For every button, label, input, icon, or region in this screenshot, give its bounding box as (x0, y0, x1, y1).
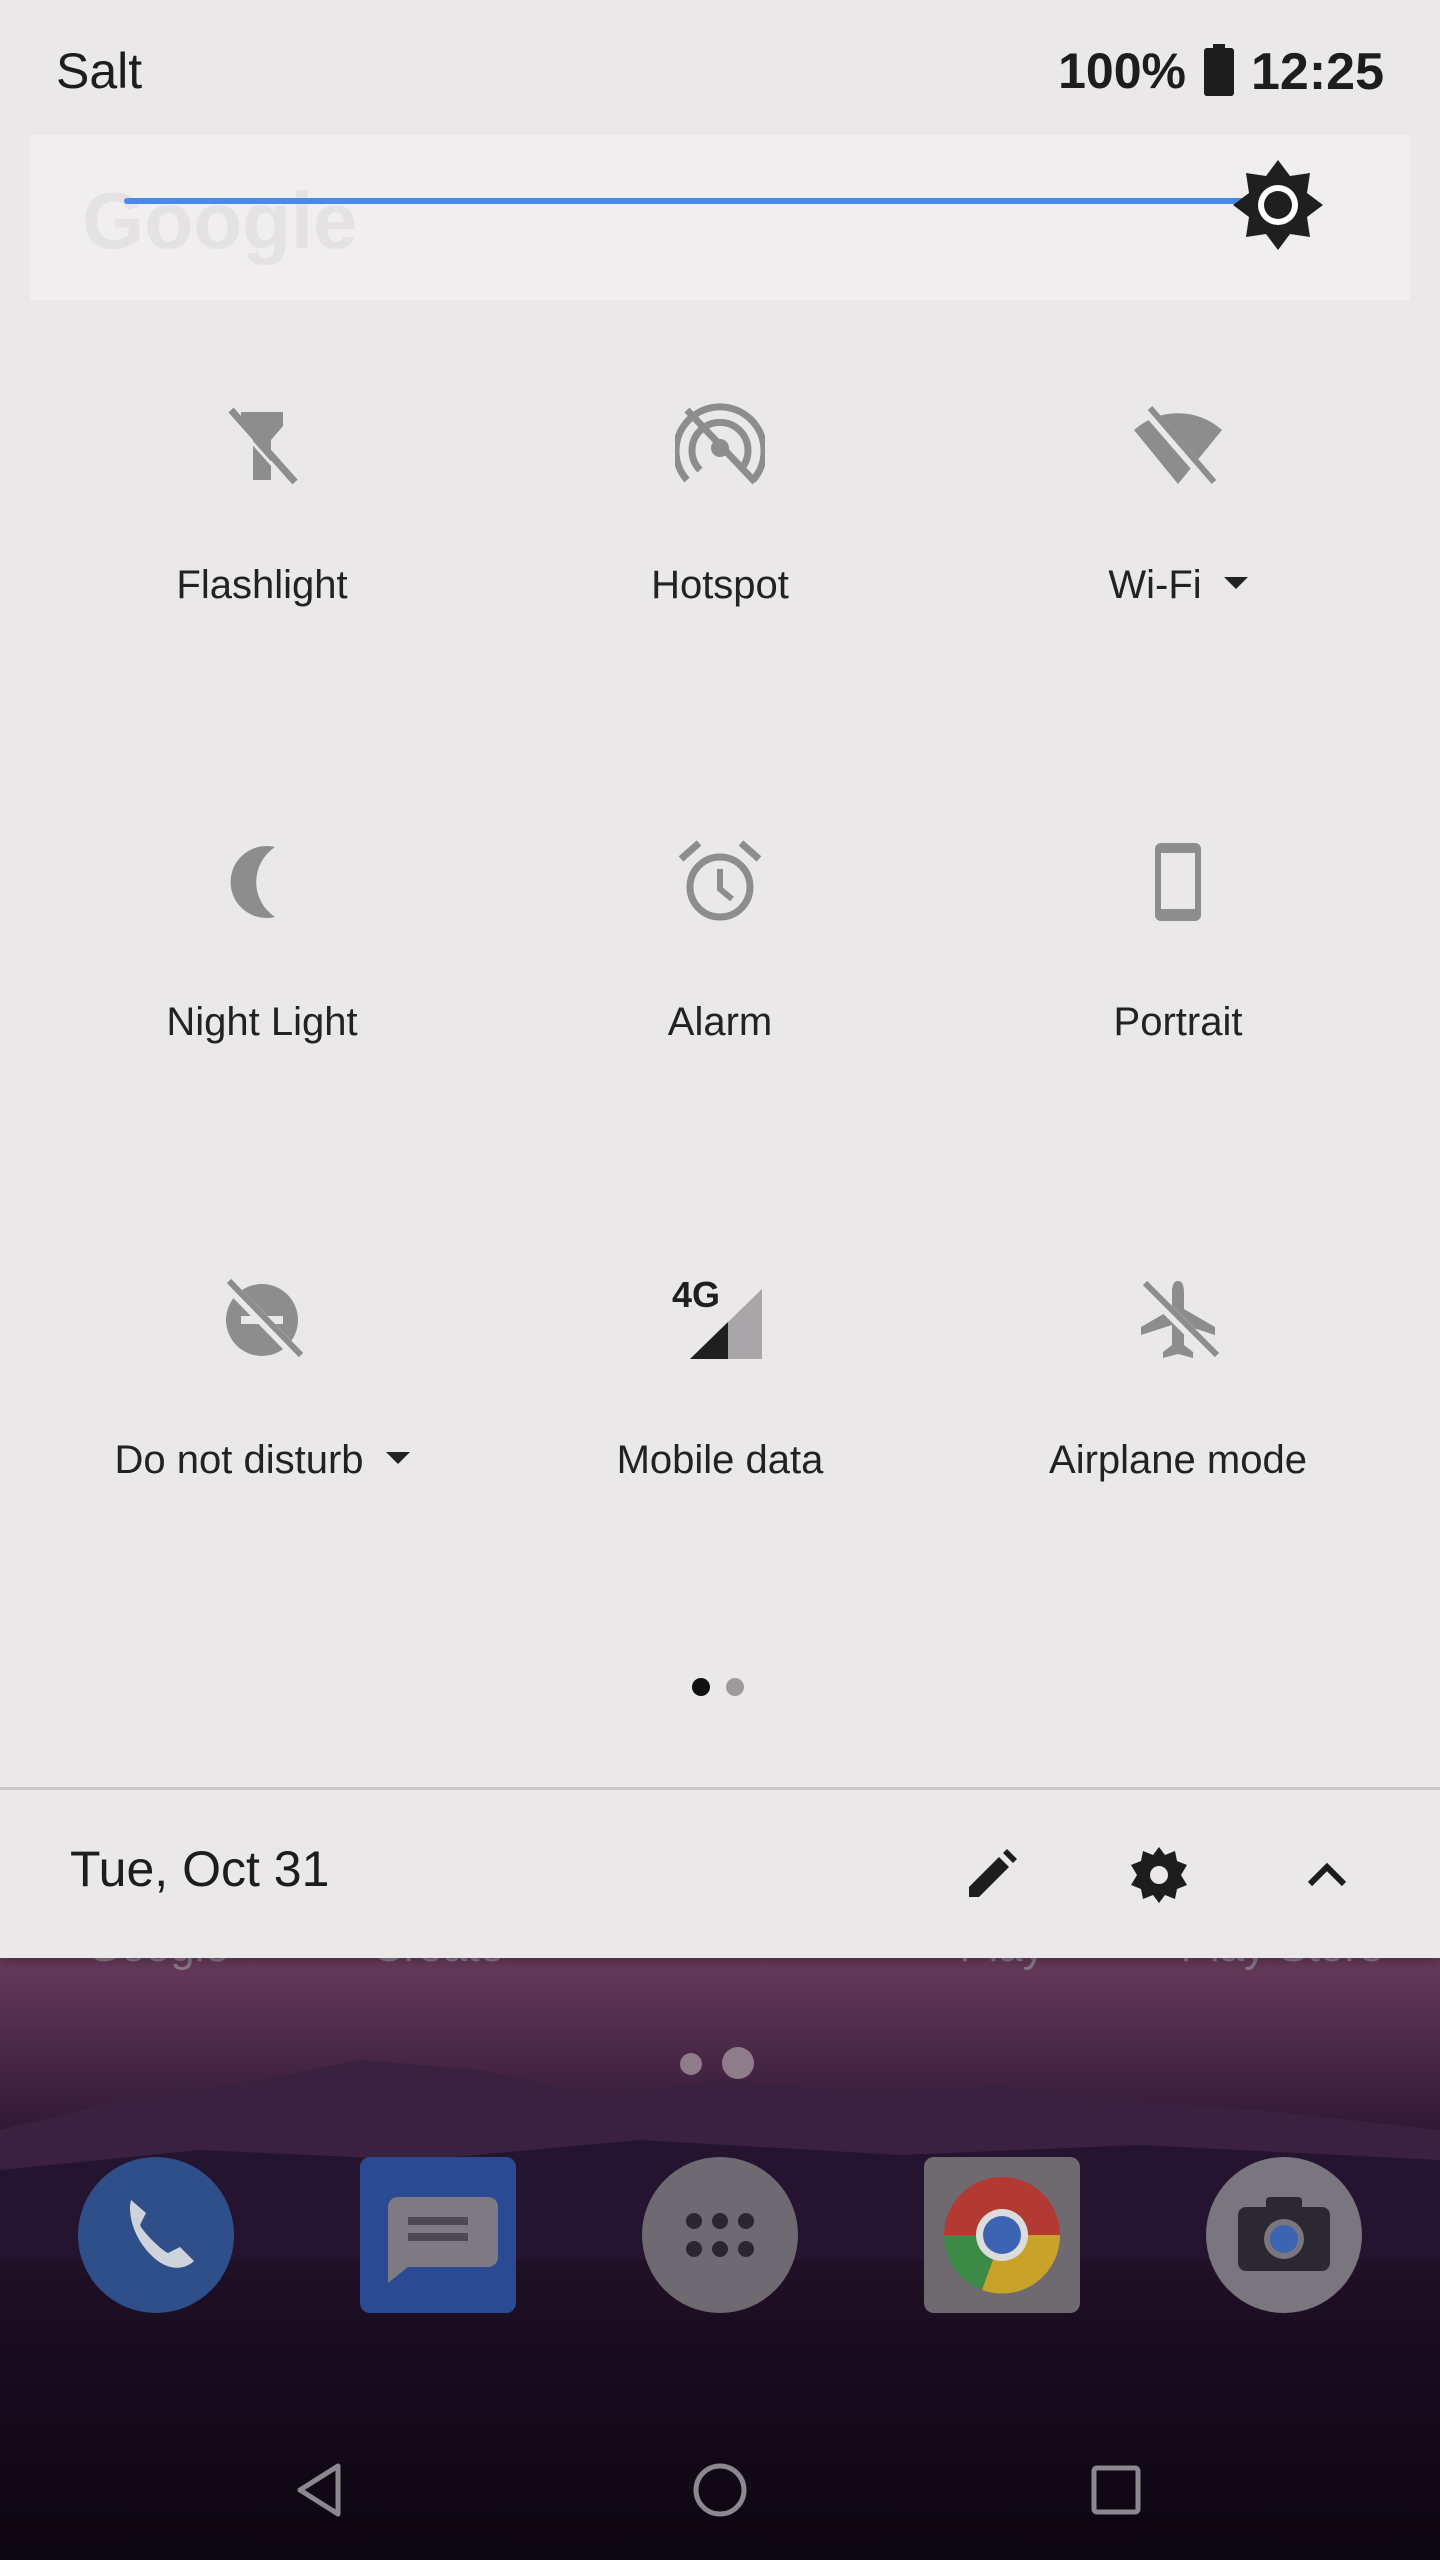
moon-icon (212, 832, 312, 932)
messages-icon[interactable] (358, 2155, 518, 2315)
brightness-track[interactable] (124, 198, 1279, 204)
chevron-up-icon[interactable] (1282, 1830, 1372, 1920)
dnd-dropdown-caret-icon[interactable] (385, 1452, 410, 1465)
tile-mobile-data[interactable]: 4G Mobile data (520, 1270, 920, 1610)
phone-portrait-icon (1128, 832, 1228, 932)
alarm-clock-icon (670, 832, 770, 932)
tile-wifi[interactable]: Wi-Fi (978, 395, 1378, 735)
tile-label: Flashlight (176, 563, 348, 607)
signal-4g-icon: 4G (670, 1270, 770, 1370)
network-type-badge: 4G (672, 1275, 720, 1315)
quick-settings-page-indicator (692, 1678, 752, 1698)
tile-label: Portrait (1113, 1000, 1243, 1044)
page-dot-inactive (726, 1678, 744, 1696)
tile-alarm[interactable]: Alarm (520, 832, 920, 1172)
page-dot-active (692, 1678, 710, 1696)
recents-icon[interactable] (1066, 2440, 1166, 2540)
dock (0, 2155, 1440, 2325)
tile-flashlight[interactable]: Flashlight (62, 395, 462, 735)
camera-icon[interactable] (1204, 2155, 1364, 2315)
back-icon[interactable] (270, 2440, 370, 2540)
tile-label: Wi-Fi (1108, 563, 1202, 607)
wifi-off-icon (1128, 395, 1228, 495)
tile-label: Mobile data (616, 1438, 824, 1482)
tile-night-light[interactable]: Night Light (62, 832, 462, 1172)
battery-icon (1204, 44, 1234, 96)
tile-label: Hotspot (651, 563, 789, 607)
status-bar: Salt 100% 12:25 (0, 0, 1440, 130)
tile-label: Night Light (166, 1000, 358, 1044)
tile-label: Alarm (667, 1000, 773, 1044)
tile-label: Airplane mode (1049, 1438, 1307, 1482)
pencil-icon[interactable] (946, 1830, 1036, 1920)
phone-icon[interactable] (76, 2155, 236, 2315)
google-search-bar-ghost: Google (82, 176, 358, 265)
airplane-off-icon (1128, 1270, 1228, 1370)
tile-label: Do not disturb (114, 1438, 364, 1482)
date-label: Tue, Oct 31 (70, 1841, 330, 1897)
tile-do-not-disturb[interactable]: Do not disturb (62, 1270, 462, 1610)
quick-settings-footer: Tue, Oct 31 (0, 1790, 1440, 1958)
quick-settings-panel: Salt 100% 12:25 Google Flashlight Hotspo… (0, 0, 1440, 1958)
tile-portrait[interactable]: Portrait (978, 832, 1378, 1172)
home-page-indicator (680, 2045, 760, 2081)
brightness-thumb-icon[interactable] (1233, 160, 1324, 250)
flashlight-off-icon (212, 395, 312, 495)
gear-icon[interactable] (1114, 1830, 1204, 1920)
tile-hotspot[interactable]: Hotspot (520, 395, 920, 735)
chrome-icon[interactable] (922, 2155, 1082, 2315)
navigation-bar (0, 2400, 1440, 2560)
carrier-name: Salt (56, 43, 143, 99)
tile-airplane-mode[interactable]: Airplane mode (978, 1270, 1378, 1610)
hotspot-off-icon (670, 395, 770, 495)
brightness-slider[interactable]: Google (30, 135, 1410, 300)
wifi-dropdown-caret-icon[interactable] (1223, 577, 1248, 590)
battery-percentage: 100% (1058, 43, 1186, 99)
do-not-disturb-off-icon (212, 1270, 312, 1370)
app-drawer-icon[interactable] (640, 2155, 800, 2315)
home-icon[interactable] (670, 2440, 770, 2540)
clock: 12:25 (1251, 43, 1384, 101)
